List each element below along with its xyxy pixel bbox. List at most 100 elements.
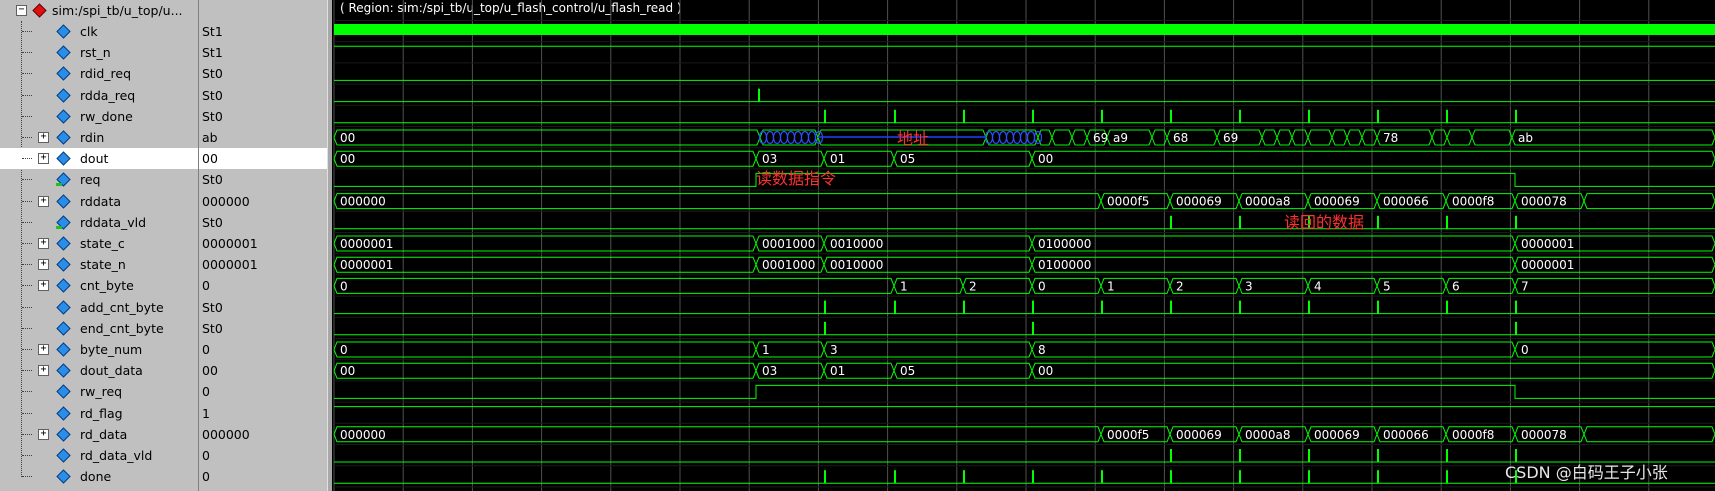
signal-row-rd-data[interactable]: + rd_data <box>0 424 198 445</box>
signal-row-dout-data[interactable]: + dout_data <box>0 360 198 381</box>
trace-rw-done-pulse <box>1032 109 1034 123</box>
signal-row-rd-flag[interactable]: rd_flag <box>0 403 198 424</box>
trace-rd-data-value: 000069 <box>1176 428 1222 442</box>
trace-rd-data-value: 000066 <box>1383 428 1429 442</box>
trace-rdin-value: 00 <box>340 131 355 145</box>
signal-row-end-cnt-byte[interactable]: end_cnt_byte <box>0 318 198 339</box>
trace-cnt-byte-value: 1 <box>1107 279 1115 293</box>
trace-rd-data-vld-pulse <box>1239 449 1241 462</box>
trace-state-c-segment <box>333 235 757 252</box>
tree-branch <box>22 306 32 308</box>
trace-rddata-value: 0000a8 <box>1245 195 1291 209</box>
signal-name: done <box>80 469 112 485</box>
expand-icon[interactable]: + <box>38 238 49 249</box>
expand-icon[interactable]: + <box>38 132 49 143</box>
signal-name: state_n <box>80 257 126 273</box>
trace-cnt-byte-value: 3 <box>1245 279 1253 293</box>
collapse-icon[interactable]: − <box>16 5 27 16</box>
trace-done-pulse <box>1032 470 1034 484</box>
signal-name: rddata <box>80 193 122 209</box>
trace-rdin-segment <box>1261 129 1278 146</box>
signal-row-rd-data-vld[interactable]: rd_data_vld <box>0 445 198 466</box>
signal-value: St1 <box>202 45 223 61</box>
root-row[interactable]: − sim:/spi_tb/u_top/u... <box>0 0 198 21</box>
trace-rd-data-vld-pulse <box>1446 449 1448 462</box>
signal-name-pane[interactable]: − sim:/spi_tb/u_top/u... clk rst_n rdid_re… <box>0 0 199 491</box>
signal-row-dout[interactable]: + dout <box>0 148 198 170</box>
trace-rdin-segment <box>1431 129 1448 146</box>
trace-rdin-transition <box>779 130 789 145</box>
signal-row-state-n[interactable]: + state_n <box>0 254 198 275</box>
tree-branch <box>22 31 32 32</box>
signal-row-cnt-byte[interactable]: + cnt_byte <box>0 275 198 296</box>
trace-rddata-segment <box>1583 193 1715 210</box>
tree-branch <box>22 73 32 75</box>
trace-rdin-segment <box>1361 129 1378 146</box>
signal-value: 000000 <box>202 426 250 442</box>
trace-done-pulse <box>1101 470 1103 484</box>
expand-icon[interactable]: + <box>38 428 49 440</box>
expand-icon[interactable]: + <box>38 153 49 165</box>
trace-rdin-transition <box>1012 130 1022 145</box>
trace-rddata-value: 000069 <box>1176 195 1222 209</box>
signal-row-byte-num[interactable]: + byte_num <box>0 339 198 360</box>
root-label: sim:/spi_tb/u_top/u... <box>52 3 183 18</box>
signal-name: rd_flag <box>80 405 123 421</box>
expand-icon[interactable]: + <box>38 344 49 355</box>
tree-branch <box>22 285 32 287</box>
trace-dout-value: 00 <box>1038 152 1053 166</box>
signal-row-req[interactable]: req <box>0 169 198 190</box>
trace-done-pulse <box>1446 470 1448 484</box>
trace-done-pulse <box>1308 470 1310 484</box>
signal-icon <box>56 448 71 463</box>
trace-byte-num-segment <box>1031 341 1516 358</box>
signal-value: St0 <box>202 108 223 124</box>
signal-row-rddata-vld[interactable]: rddata_vld <box>0 212 198 233</box>
tree-branch <box>22 115 32 117</box>
signal-name: state_c <box>80 236 125 251</box>
expand-icon[interactable]: + <box>38 365 49 377</box>
trace-state-n-value: 0010000 <box>830 258 883 272</box>
signal-row-rw-req[interactable]: rw_req <box>0 381 198 402</box>
signal-value-pane[interactable]: St1 St1 St0 St0 St0 ab 00 St0 000000 St0 0000001 00… <box>199 0 327 491</box>
signal-row-rst-n[interactable]: rst_n <box>0 42 198 63</box>
trace-dout-data-value: 03 <box>762 364 777 378</box>
trace-rdin-segment <box>1291 129 1309 146</box>
signal-value: St0 <box>202 66 223 82</box>
trace-dout-value: 00 <box>340 152 355 166</box>
expand-icon[interactable]: + <box>38 280 49 292</box>
trace-rw-done-pulse <box>1101 109 1103 123</box>
expand-icon[interactable]: + <box>38 195 49 207</box>
signal-value: 0 <box>202 469 210 485</box>
signal-row-clk[interactable]: clk <box>0 21 198 42</box>
tree-branch <box>22 158 32 160</box>
signal-row-rddata[interactable]: + rddata <box>0 191 198 212</box>
trace-state-c-segment <box>1031 235 1516 252</box>
trace-rd-data-value: 0000f8 <box>1452 428 1494 442</box>
trace-rd-data-vld-pulse <box>1170 449 1172 462</box>
signal-row-done[interactable]: done <box>0 466 198 487</box>
signal-row-rw-done[interactable]: rw_done <box>0 106 198 127</box>
signal-value: 00 <box>199 148 327 170</box>
signal-icon <box>56 321 71 336</box>
signal-row-add-cnt-byte[interactable]: add_cnt_byte <box>0 297 198 318</box>
trace-rdin-transition <box>800 130 810 145</box>
trace-state-n-value: 0000001 <box>340 258 393 272</box>
trace-dout-segment <box>333 150 757 167</box>
trace-dout-value: 05 <box>900 152 915 166</box>
trace-rddata-value: 000066 <box>1383 195 1429 209</box>
wave-pane[interactable]: ( Region: sim:/spi_tb/u_top/u_flash_cont… <box>332 0 1715 491</box>
trace-rw-done-pulse <box>1308 109 1310 123</box>
signal-row-state-c[interactable]: + state_c <box>0 233 198 254</box>
signal-row-rdid-req[interactable]: rdid_req <box>0 63 198 84</box>
signal-row-rdin[interactable]: + rdin <box>0 127 198 148</box>
trace-rdin-segment <box>333 129 761 146</box>
trace-byte-num-segment <box>333 341 757 358</box>
expand-icon[interactable]: + <box>38 259 49 271</box>
trace-rd-data-value: 0000a8 <box>1245 428 1291 442</box>
signal-name: byte_num <box>80 342 143 357</box>
signal-icon <box>56 66 71 82</box>
trace-cnt-byte-value: 6 <box>1452 279 1460 293</box>
trace-dout-data-value: 00 <box>1038 364 1053 378</box>
signal-row-rdda-req[interactable]: rdda_req <box>0 85 198 106</box>
